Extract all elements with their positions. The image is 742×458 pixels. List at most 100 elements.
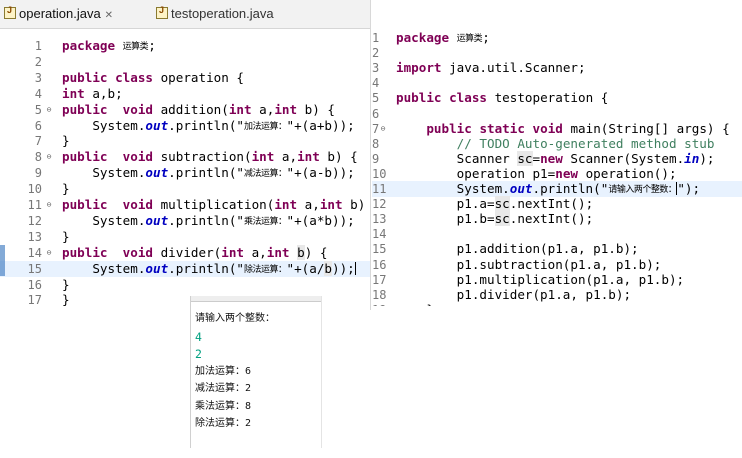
code-line[interactable]: 8 // TODO Auto-generated method stub bbox=[372, 136, 742, 152]
code-token: } bbox=[396, 302, 434, 306]
code-line[interactable]: 15 p1.addition(p1.a, p1.b); bbox=[372, 241, 742, 257]
fold-toggle-icon[interactable]: ⊖ bbox=[44, 245, 54, 261]
code-token: void bbox=[122, 149, 154, 165]
code-text: } bbox=[62, 133, 70, 149]
editor-pane-testoperation[interactable]: 1 package 运算类; 2 3 import java.util.Scanner;… bbox=[372, 30, 742, 306]
code-token: p1.a= bbox=[396, 196, 495, 212]
code-token: } bbox=[62, 133, 70, 149]
code-token: int bbox=[251, 149, 275, 165]
code-text: Scanner sc=new Scanner(System.in); bbox=[396, 150, 715, 167]
close-tab-icon[interactable]: ✕ bbox=[105, 10, 113, 21]
code-token: import bbox=[396, 60, 442, 76]
line-number: 2 bbox=[372, 46, 380, 61]
line-number: 5 bbox=[372, 91, 380, 106]
code-line[interactable]: 14 bbox=[372, 226, 742, 242]
fold-toggle-icon[interactable]: ⊖ bbox=[378, 121, 388, 137]
code-line[interactable]: 6 System.out.println("加法运算："+(a+b)); bbox=[0, 118, 370, 134]
console-header bbox=[191, 296, 321, 302]
code-token: package bbox=[396, 30, 450, 45]
code-text: package 运算类; bbox=[62, 38, 156, 55]
code-text: System.out.println("减法运算："+(a-b)); bbox=[62, 165, 354, 182]
code-token: .println(" bbox=[168, 117, 244, 133]
code-line[interactable]: 17 p1.multiplication(p1.a, p1.b); bbox=[372, 272, 742, 288]
fold-toggle-icon[interactable]: ⊖ bbox=[44, 149, 54, 165]
code-line[interactable]: 11 System.out.println("请输入两个整数："); bbox=[372, 181, 742, 197]
line-number: 15 bbox=[372, 242, 387, 257]
line-number: 8 bbox=[34, 150, 42, 165]
code-line[interactable]: 13 p1.b=sc.nextInt(); bbox=[372, 211, 742, 227]
code-line[interactable]: 9 System.out.println("减法运算："+(a-b)); bbox=[0, 165, 370, 181]
code-text: p1.divider(p1.a, p1.b); bbox=[396, 287, 631, 303]
fold-toggle-icon[interactable]: ⊖ bbox=[44, 197, 54, 213]
code-line[interactable]: 10 operation p1=new operation(); bbox=[372, 166, 742, 182]
code-token: System. bbox=[62, 212, 146, 228]
tab-testoperation-java[interactable]: testoperation.java bbox=[156, 5, 274, 26]
editor-tab-bar: operation.java✕ testoperation.java bbox=[0, 0, 370, 29]
line-number: 11 bbox=[372, 182, 387, 196]
code-token: .println(" bbox=[168, 260, 244, 276]
code-line[interactable]: 3 import java.util.Scanner; bbox=[372, 60, 742, 76]
code-line[interactable]: 5 public class testoperation { bbox=[372, 90, 742, 106]
code-line[interactable]: 5 ⊖ public void addition(int a,int b) { bbox=[0, 102, 370, 118]
code-token: in bbox=[684, 150, 700, 166]
code-line[interactable]: 7 ⊖ public static void main(String[] args… bbox=[372, 121, 742, 137]
code-text: p1.addition(p1.a, p1.b); bbox=[396, 241, 639, 257]
code-token: } bbox=[62, 292, 70, 308]
code-line[interactable]: 4 int a,b; bbox=[0, 86, 370, 102]
console-input-line: 2 bbox=[195, 347, 202, 361]
code-token: ) { bbox=[304, 244, 328, 260]
editor-pane-operation[interactable]: operation.java✕ testoperation.java 1 pack… bbox=[0, 0, 371, 310]
code-line[interactable]: 8 ⊖ public void subtraction(int a,int b) { bbox=[0, 149, 370, 165]
code-token: subtraction( bbox=[153, 149, 252, 165]
code-token: out bbox=[145, 117, 169, 133]
code-line[interactable]: 7} bbox=[0, 133, 370, 149]
code-token: public bbox=[62, 149, 108, 165]
line-number: 3 bbox=[34, 70, 42, 85]
code-token: public bbox=[426, 120, 472, 136]
code-token: System. bbox=[62, 165, 146, 181]
line-number: 16 bbox=[27, 277, 42, 292]
code-line[interactable]: 4 bbox=[372, 75, 742, 91]
code-line[interactable]: 15 System.out.println("除法运算："+(a/b)); bbox=[0, 260, 370, 277]
code-line[interactable]: 12 System.out.println("乘法运算："+(a*b)); bbox=[0, 213, 370, 229]
code-token: System. bbox=[62, 260, 146, 276]
code-token: Scanner bbox=[396, 150, 518, 166]
code-line[interactable]: 16} bbox=[0, 277, 370, 293]
code-line[interactable]: 19 } bbox=[372, 302, 742, 306]
change-marker bbox=[0, 244, 5, 276]
code-token: 减法运算： bbox=[243, 169, 287, 180]
tab-operation-java[interactable]: operation.java✕ bbox=[4, 5, 113, 26]
code-token: .println(" bbox=[168, 165, 244, 181]
code-text: System.out.println("乘法运算："+(a*b)); bbox=[62, 212, 354, 230]
code-line[interactable]: 3 public class operation { bbox=[0, 70, 370, 86]
fold-toggle-icon[interactable]: ⊖ bbox=[44, 102, 54, 118]
code-line[interactable]: 6 bbox=[372, 106, 742, 122]
code-text: } bbox=[62, 229, 70, 245]
code-line[interactable]: 18 p1.divider(p1.a, p1.b); bbox=[372, 287, 742, 303]
console-output[interactable]: 请输入两个整数： 4 2 加法运算：6 减法运算：2 乘法运算：8 除法运算：2 bbox=[190, 296, 322, 448]
code-text: public class operation { bbox=[62, 70, 244, 86]
code-line[interactable]: 13} bbox=[0, 229, 370, 245]
code-token: public bbox=[62, 69, 108, 85]
code-token: sc bbox=[517, 150, 533, 166]
code-line[interactable]: 2 bbox=[372, 45, 742, 61]
code-line[interactable]: 1 package 运算类; bbox=[0, 38, 370, 54]
code-token: multiplication( bbox=[153, 197, 275, 212]
code-token: out bbox=[145, 212, 169, 228]
code-line[interactable]: 11 ⊖ public void multiplication(int a,int … bbox=[0, 197, 370, 213]
code-line[interactable]: 16 p1.subtraction(p1.a, p1.b); bbox=[372, 257, 742, 273]
line-number: 1 bbox=[34, 39, 42, 53]
code-token: new bbox=[555, 165, 578, 181]
text-cursor bbox=[354, 261, 356, 275]
code-line[interactable]: 10} bbox=[0, 181, 370, 197]
code-line[interactable]: 1 package 运算类; bbox=[372, 30, 742, 46]
code-line[interactable]: 9 Scanner sc=new Scanner(System.in); bbox=[372, 150, 742, 167]
code-text: p1.subtraction(p1.a, p1.b); bbox=[396, 257, 662, 273]
code-line[interactable]: 2 bbox=[0, 54, 370, 70]
code-token: } bbox=[62, 181, 70, 197]
code-line[interactable]: 12 p1.a=sc.nextInt(); bbox=[372, 196, 742, 212]
code-token: int bbox=[228, 101, 252, 117]
code-line[interactable]: 14 ⊖ public void divider(int a,int b) { bbox=[0, 244, 370, 261]
